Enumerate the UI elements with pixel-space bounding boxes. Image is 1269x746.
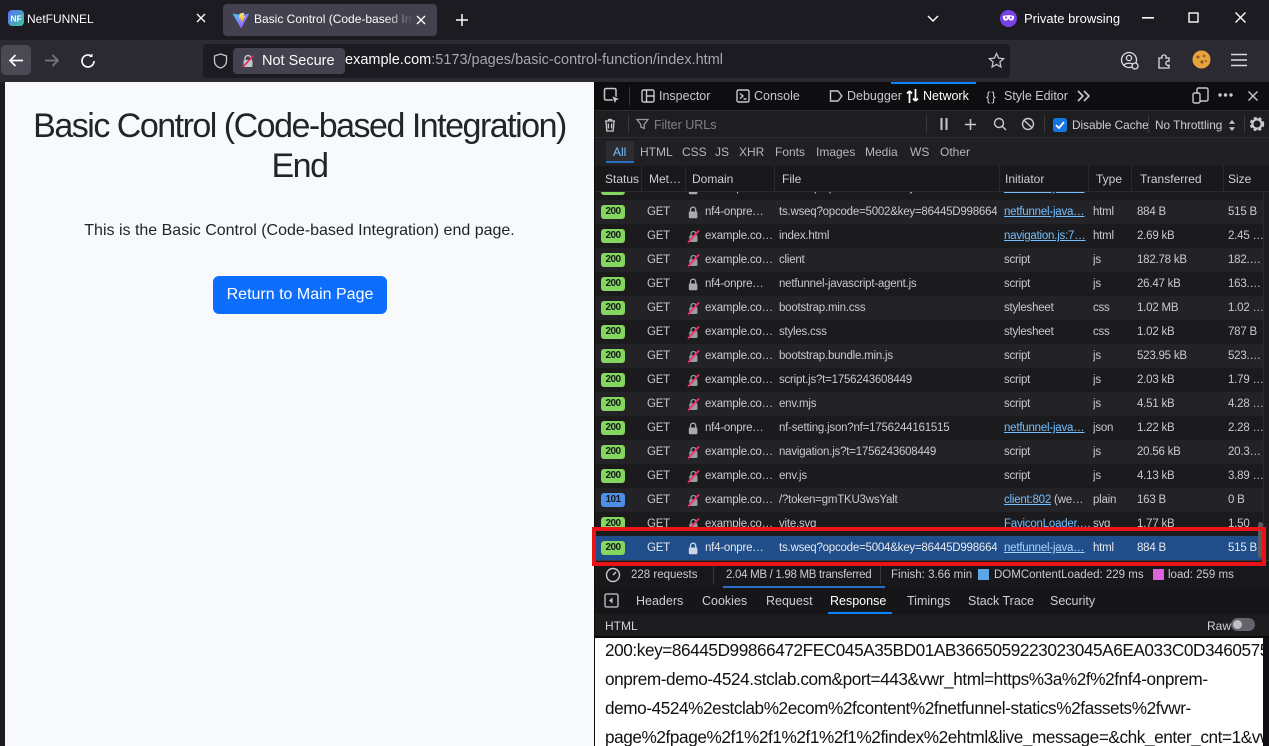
svg-text:NF: NF — [10, 14, 21, 24]
